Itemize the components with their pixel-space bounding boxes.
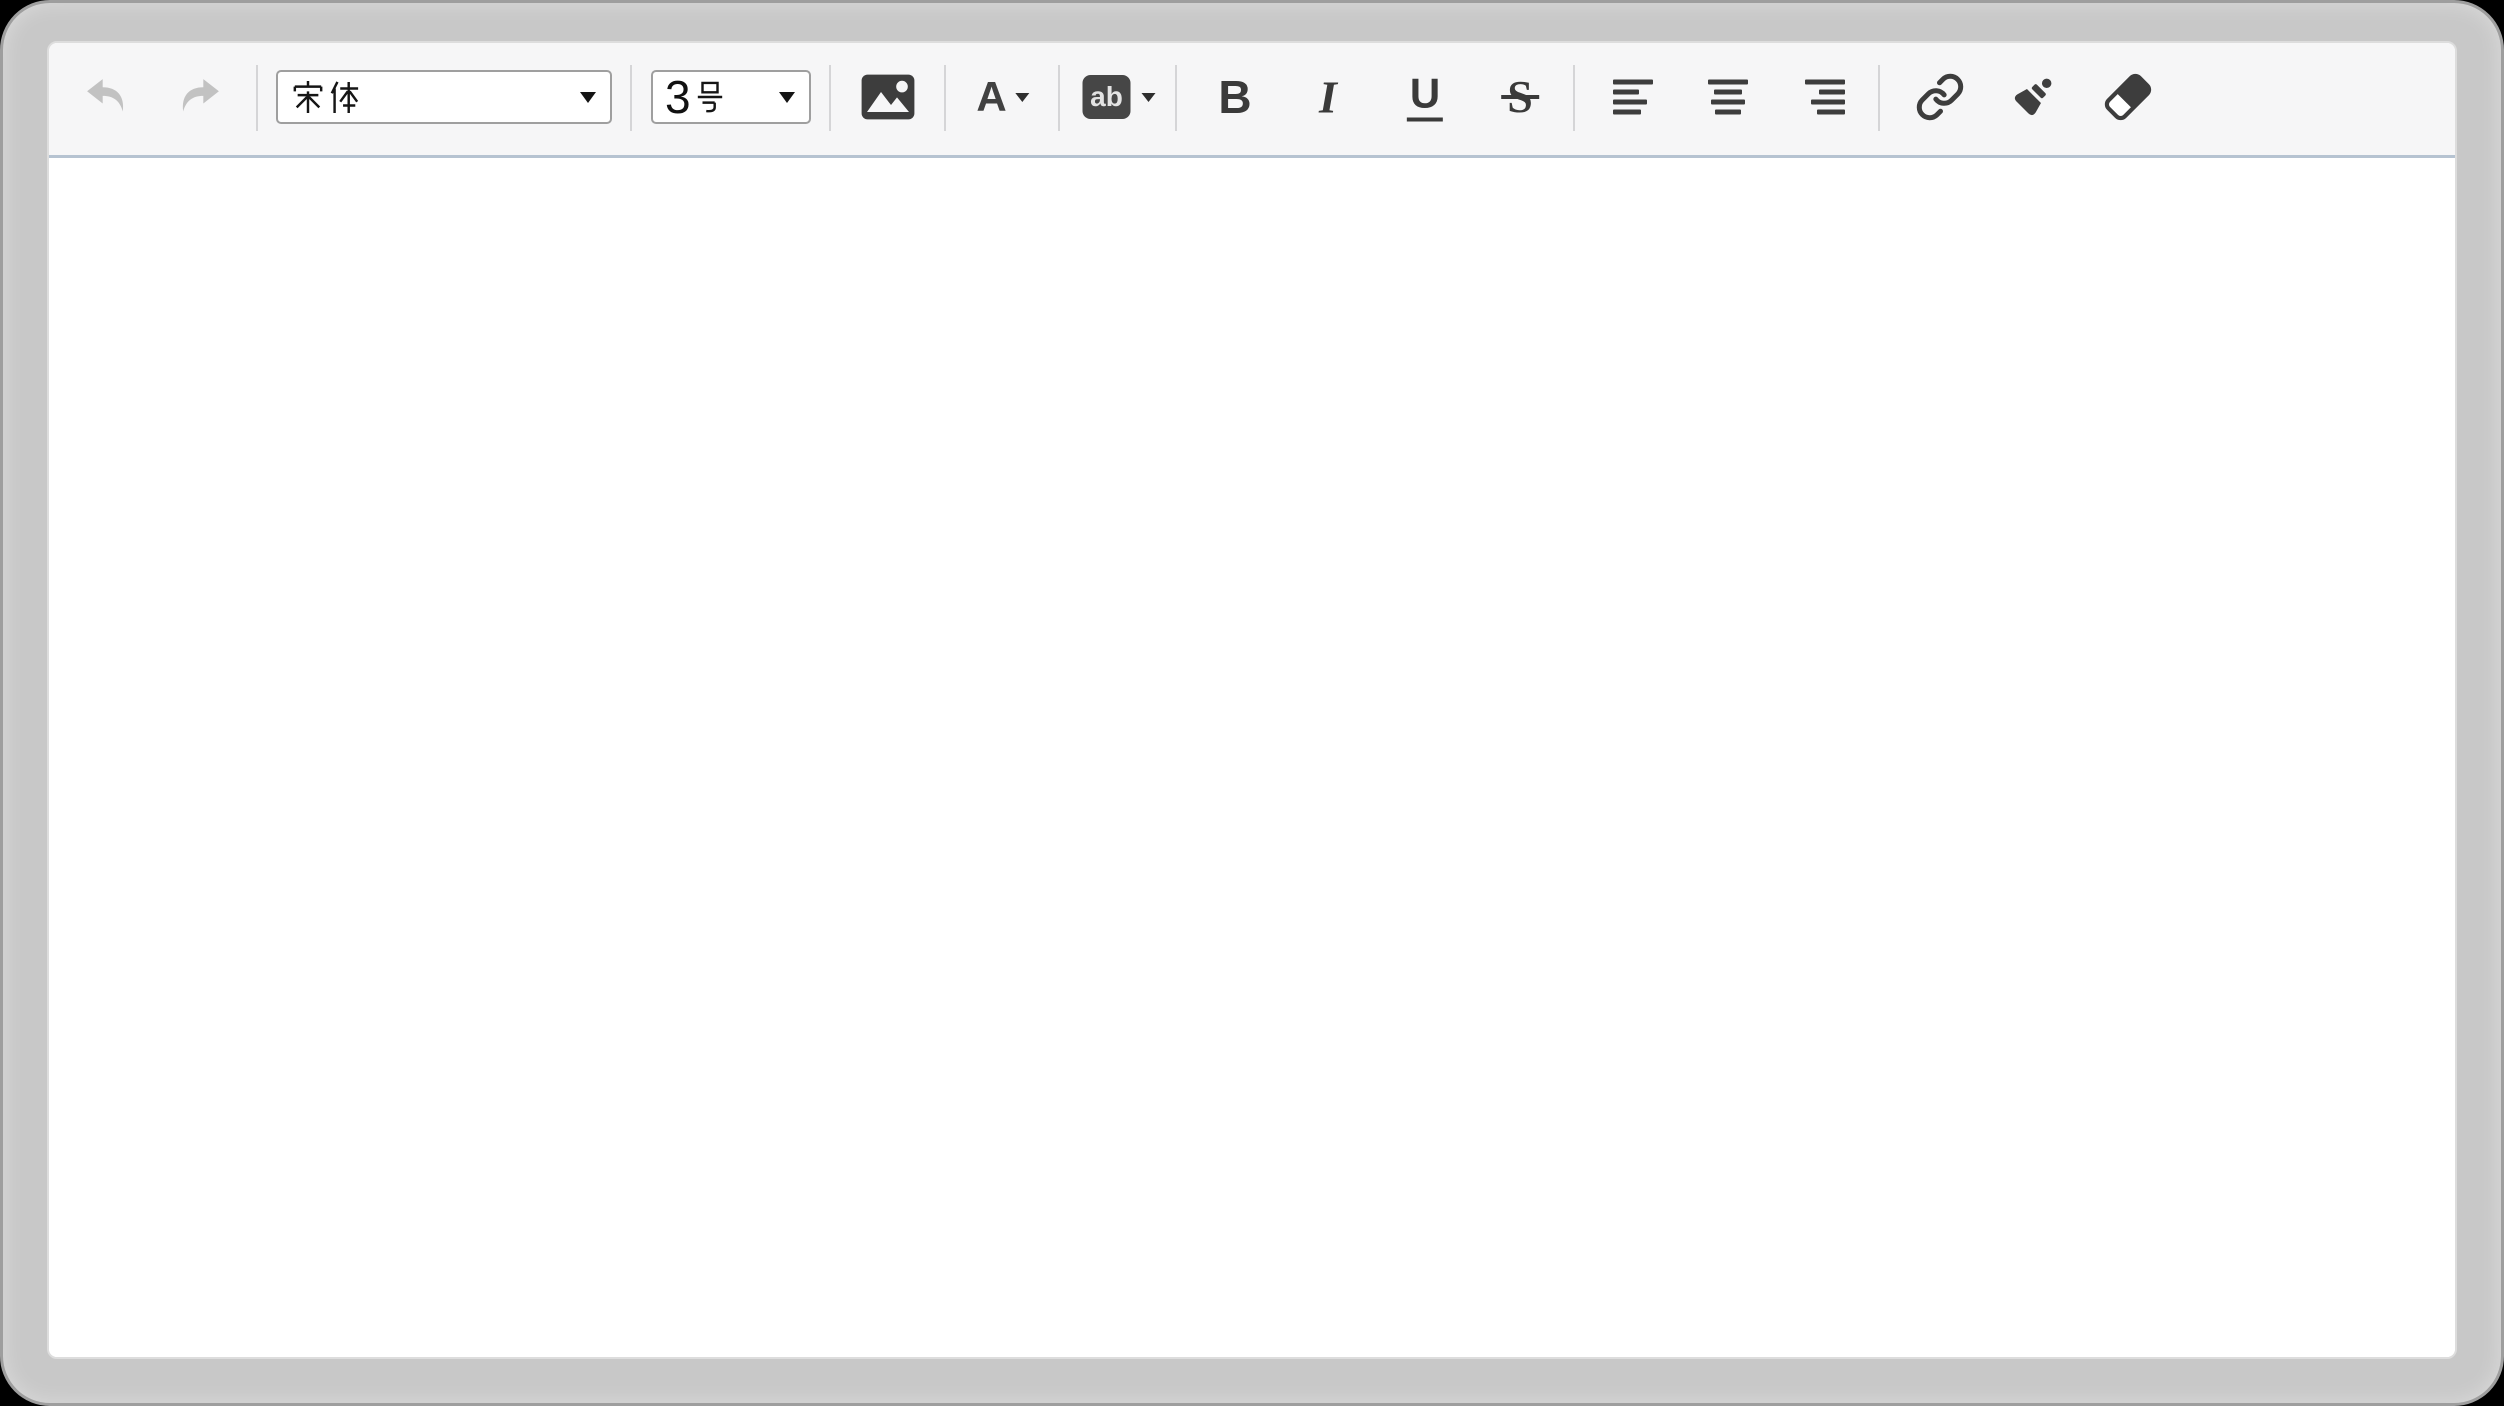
insert-link-button[interactable] <box>1915 72 1965 122</box>
redo-button[interactable] <box>175 78 221 116</box>
toolbar-divider <box>630 65 632 131</box>
align-center-button[interactable] <box>1708 80 1748 115</box>
hanzi-song-glyph <box>292 80 324 114</box>
font-size-digit: 3 <box>665 74 691 120</box>
highlight-color-button[interactable]: ab <box>1083 75 1156 119</box>
window-frame: 宋体 3 <box>0 0 2504 1406</box>
toolbar-divider <box>256 65 258 131</box>
editor-content[interactable] <box>49 158 2455 1357</box>
font-size-select[interactable]: 3 <box>651 70 811 124</box>
highlight-badge: ab <box>1083 75 1131 119</box>
toolbar-divider <box>829 65 831 131</box>
font-color-label: A <box>976 73 1006 121</box>
caret-down-icon <box>580 92 596 103</box>
link-icon <box>1915 72 1965 122</box>
align-right-icon <box>1805 80 1845 115</box>
eraser-icon <box>2101 72 2155 122</box>
font-color-button[interactable]: A <box>976 73 1029 121</box>
rich-text-editor: 宋体 3 <box>47 41 2457 1359</box>
strike-bar <box>1501 95 1539 99</box>
align-left-icon <box>1613 80 1653 115</box>
align-left-button[interactable] <box>1613 80 1653 115</box>
redo-icon <box>175 78 221 116</box>
screenshot-canvas: 宋体 3 <box>0 0 2504 1406</box>
image-icon <box>860 73 916 121</box>
undo-icon <box>85 78 131 116</box>
format-brush-button[interactable] <box>2006 70 2060 124</box>
toolbar-divider <box>1878 65 1880 131</box>
underline-button[interactable]: U <box>1407 73 1443 122</box>
hanzi-hao-glyph <box>695 80 725 114</box>
toolbar-divider <box>944 65 946 131</box>
strikethrough-button[interactable]: S <box>1507 74 1533 120</box>
bold-label: B <box>1218 70 1251 124</box>
highlight-label: ab <box>1090 83 1123 111</box>
caret-down-icon <box>1016 93 1030 102</box>
hanzi-ti-glyph <box>328 80 360 114</box>
toolbar-divider <box>1175 65 1177 131</box>
toolbar-divider <box>1573 65 1575 131</box>
underline-label: U <box>1407 73 1443 122</box>
italic-button[interactable]: I <box>1319 71 1341 124</box>
caret-down-icon <box>779 92 795 103</box>
bold-button[interactable]: B <box>1218 70 1251 124</box>
clear-format-button[interactable] <box>2101 72 2155 122</box>
italic-label: I <box>1319 71 1341 124</box>
format-brush-icon <box>2006 70 2060 124</box>
insert-image-button[interactable] <box>860 73 916 121</box>
undo-button[interactable] <box>85 78 131 116</box>
caret-down-icon <box>1142 93 1156 102</box>
editor-toolbar: 宋体 3 <box>49 43 2455 158</box>
toolbar-divider <box>1058 65 1060 131</box>
align-right-button[interactable] <box>1805 80 1845 115</box>
align-center-icon <box>1708 80 1748 115</box>
font-family-select[interactable]: 宋体 <box>276 70 612 124</box>
strikethrough-label: S <box>1507 74 1533 120</box>
